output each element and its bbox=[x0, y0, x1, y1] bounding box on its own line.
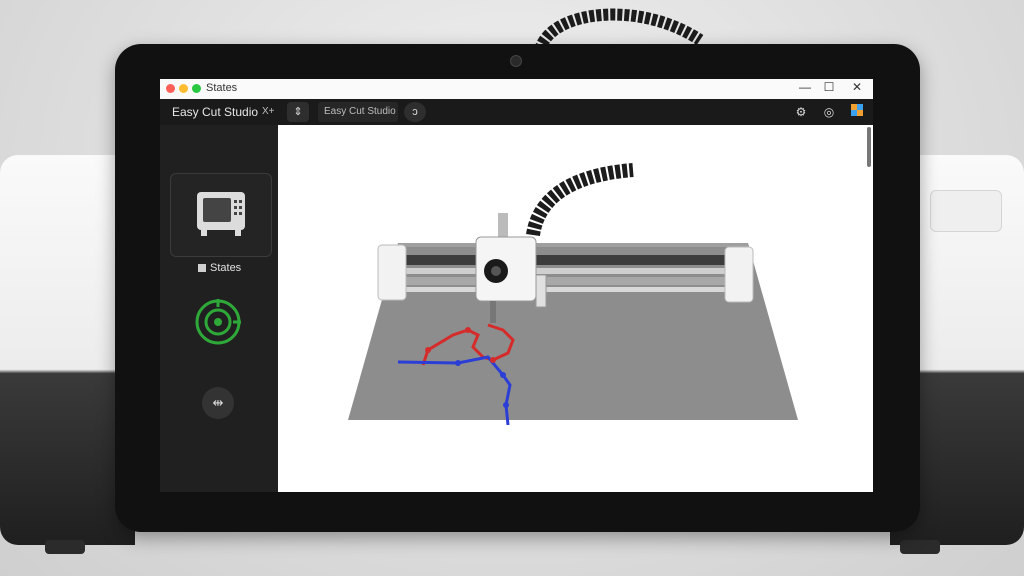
minimize-dot-icon[interactable] bbox=[179, 84, 188, 93]
vertical-scrollbar[interactable] bbox=[867, 127, 871, 167]
states-button[interactable] bbox=[170, 173, 272, 257]
search-icon[interactable]: ◎ bbox=[820, 103, 838, 121]
close-dot-icon[interactable] bbox=[166, 84, 175, 93]
drag-chain bbox=[526, 163, 634, 237]
plotter-foot bbox=[45, 540, 85, 554]
top-rail bbox=[403, 255, 728, 265]
tab-easy-cut-studio[interactable]: Easy Cut Studio bbox=[318, 102, 398, 122]
color-palette-icon[interactable] bbox=[848, 103, 866, 121]
machine-icon bbox=[197, 192, 245, 236]
window-title: States bbox=[206, 82, 238, 94]
sidebar: States ⇹ bbox=[160, 125, 279, 492]
states-label: States bbox=[210, 262, 242, 274]
title-bar: States — ☐ ✕ bbox=[160, 79, 873, 100]
tab-label: Easy Cut Studio bbox=[324, 106, 396, 117]
target-icon[interactable] bbox=[193, 297, 243, 347]
app-window: States — ☐ ✕ Easy Cut Studio X+ ⇕ Easy C… bbox=[160, 79, 873, 492]
maximize-button[interactable]: ☐ bbox=[820, 80, 838, 94]
states-square-icon bbox=[198, 264, 206, 272]
plotter-side-panel bbox=[930, 190, 1002, 232]
toolbar: Easy Cut Studio X+ ⇕ Easy Cut Studio ↄ ⚙… bbox=[160, 99, 873, 126]
minimize-button[interactable]: — bbox=[796, 80, 814, 94]
refresh-icon[interactable]: ↄ bbox=[404, 102, 426, 122]
maximize-dot-icon[interactable] bbox=[192, 84, 201, 93]
settings-icon[interactable]: ⚙ bbox=[792, 103, 810, 121]
close-button[interactable]: ✕ bbox=[848, 80, 866, 94]
plotter-foot bbox=[900, 540, 940, 554]
close-tab-button[interactable]: X+ bbox=[262, 106, 275, 117]
camera-icon bbox=[510, 55, 522, 67]
left-end-block bbox=[377, 244, 407, 301]
right-end-block bbox=[724, 246, 754, 303]
plotter-preview bbox=[348, 163, 798, 426]
adjust-icon[interactable]: ⇕ bbox=[287, 102, 309, 122]
app-name: Easy Cut Studio bbox=[172, 105, 259, 119]
preview-canvas[interactable] bbox=[278, 125, 873, 492]
swap-icon[interactable]: ⇹ bbox=[202, 387, 234, 419]
